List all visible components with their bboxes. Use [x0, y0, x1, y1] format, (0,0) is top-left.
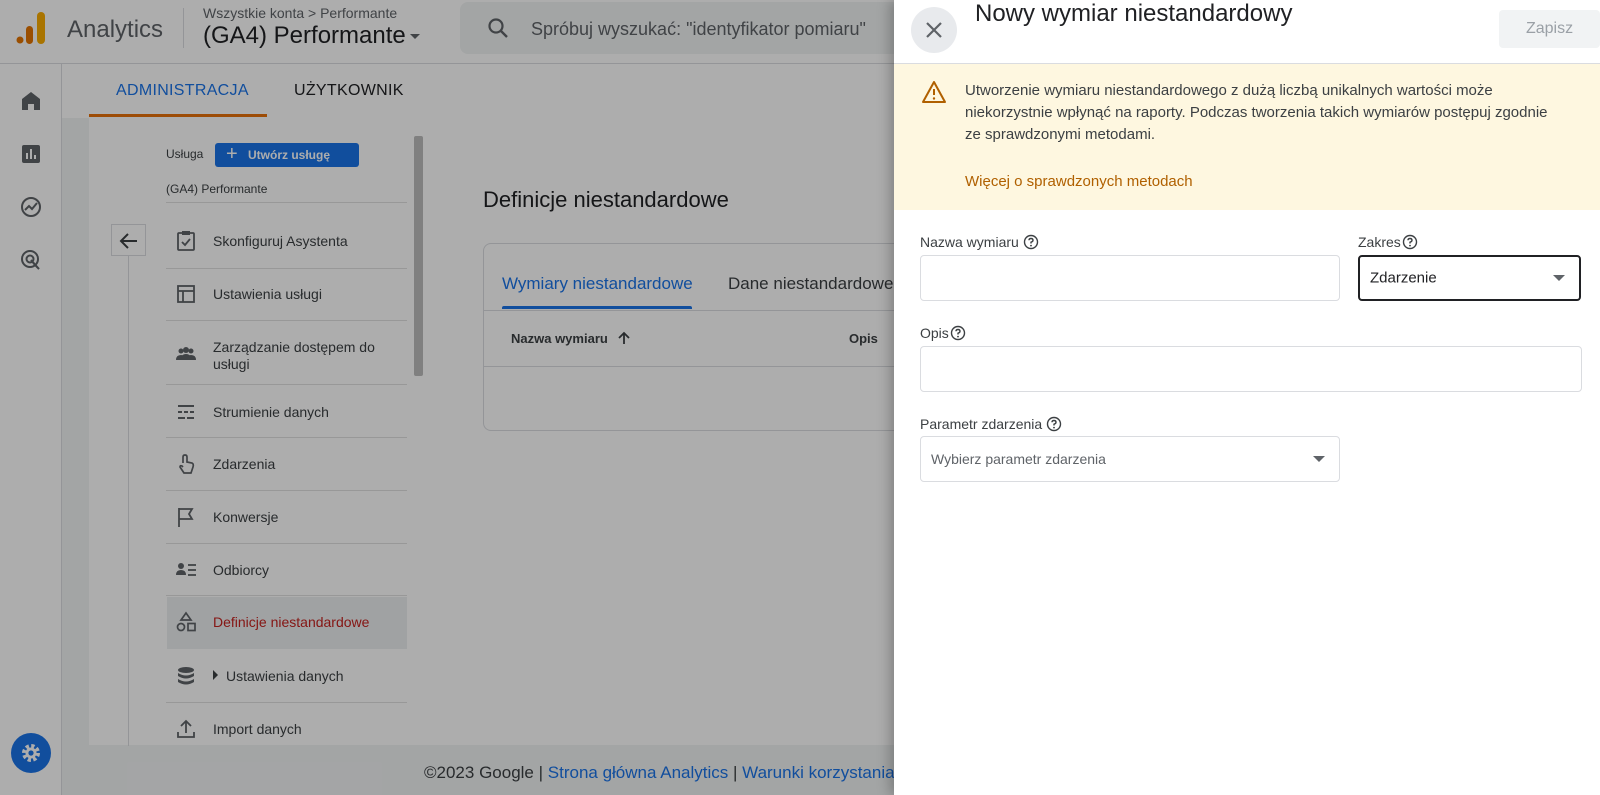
event-parameter-label: Parametr zdarzenia [920, 416, 1043, 432]
dropdown-arrow-icon [1553, 275, 1565, 281]
help-icon[interactable] [1046, 416, 1062, 432]
help-icon[interactable] [1402, 234, 1418, 250]
warning-text: Utworzenie wymiaru niestandardowego z du… [965, 82, 1548, 143]
dimension-name-input[interactable] [920, 255, 1340, 301]
drawer-title: Nowy wymiar niestandardowy [975, 0, 1293, 27]
best-practices-link[interactable]: Więcej o sprawdzonych metodach [965, 173, 1193, 190]
description-label-wrap: Opis [920, 325, 966, 341]
warning-icon [922, 81, 946, 103]
scope-label: Zakres [1358, 234, 1401, 250]
description-input[interactable] [920, 346, 1582, 392]
dropdown-arrow-icon [1313, 456, 1325, 462]
dimension-name-label-wrap: Nazwa wymiaru [920, 234, 1039, 250]
scope-label-wrap: Zakres [1358, 234, 1418, 250]
scope-select[interactable]: Zdarzenie [1358, 255, 1581, 301]
help-icon[interactable] [1023, 234, 1039, 250]
scope-value: Zdarzenie [1370, 269, 1437, 287]
close-button[interactable] [911, 7, 957, 53]
close-icon [926, 22, 942, 38]
event-parameter-placeholder: Wybierz parametr zdarzenia [931, 451, 1106, 467]
event-parameter-label-wrap: Parametr zdarzenia [920, 416, 1062, 432]
help-icon[interactable] [950, 325, 966, 341]
save-button[interactable]: Zapisz [1499, 10, 1600, 48]
dimension-name-label: Nazwa wymiaru [920, 234, 1019, 250]
event-parameter-select[interactable]: Wybierz parametr zdarzenia [920, 436, 1340, 482]
description-label: Opis [920, 325, 949, 341]
